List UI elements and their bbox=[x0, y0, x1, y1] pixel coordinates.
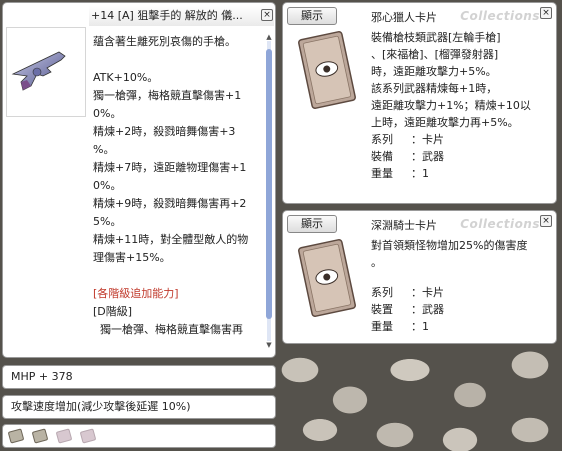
description-line: 精煉+2時，殺戮暗舞傷害+3 bbox=[93, 125, 236, 138]
description-line: 0%。 bbox=[93, 107, 122, 120]
card-description-line: 時，遠距離攻擊力+5%。 bbox=[371, 65, 497, 78]
description-line: 蘊含著生離死別哀傷的手槍。 bbox=[93, 35, 236, 48]
card-properties: 系列 ：卡片裝置 ：武器重量 ：1 bbox=[371, 284, 551, 335]
description-line: [D階級] bbox=[93, 305, 133, 318]
item-description: 蘊含著生離死別哀傷的手槍。 ATK+10%。 獨一槍彈，梅格競直擊傷害+1 0%。精… bbox=[93, 33, 263, 353]
card-info-window-2: 顯示 深淵騎士卡片 Collections × 對首領類怪物增加25%的傷害度。… bbox=[282, 210, 557, 344]
collections-watermark: Collections bbox=[460, 217, 540, 231]
description-line: [各階級追加能力] bbox=[93, 287, 179, 300]
card-description-line: 對首領類怪物增加25%的傷害度 bbox=[371, 239, 528, 252]
description-line: 獨一槍彈、梅格競直擊傷害再 bbox=[93, 323, 243, 336]
description-line: 理傷害+15%。 bbox=[93, 251, 171, 264]
card-slot-bar bbox=[2, 424, 276, 448]
scroll-thumb[interactable] bbox=[266, 49, 272, 319]
close-button[interactable]: × bbox=[261, 9, 273, 21]
collections-watermark: Collections bbox=[460, 9, 540, 23]
description-line: 0%。 bbox=[93, 179, 122, 192]
close-button[interactable]: × bbox=[540, 215, 552, 227]
card-description-line: 遠距離攻擊力+1%；精煉+10以 bbox=[371, 99, 531, 112]
card-slot-filled-icon[interactable] bbox=[7, 428, 25, 444]
item-info-window: +14 [A] 狙擊手的 解放的 儀... × 蘊含著生離死別哀傷的手槍。 AT… bbox=[2, 2, 276, 358]
card-back-icon bbox=[298, 30, 356, 110]
mhp-bar: MHP + 378 bbox=[2, 365, 276, 389]
property-key: 系列 bbox=[371, 286, 393, 299]
description-line: 精煉+9時，殺戮暗舞傷害再+2 bbox=[93, 197, 247, 210]
description-scrollbar[interactable]: ▲ ▼ bbox=[265, 33, 273, 351]
card-description-line: 、[來福槍]、[榴彈發射器] bbox=[371, 48, 499, 61]
card-property-row: 系列 ：卡片 bbox=[371, 284, 551, 301]
property-value: ：1 bbox=[411, 167, 429, 180]
card-title: 深淵騎士卡片 bbox=[371, 219, 437, 232]
property-value: ：武器 bbox=[411, 150, 444, 163]
card-description-line: 裝備槍枝類武器[左輪手槍] bbox=[371, 31, 501, 44]
description-line bbox=[93, 51, 263, 69]
property-value: ：武器 bbox=[411, 303, 444, 316]
show-button[interactable]: 顯示 bbox=[287, 215, 337, 233]
item-title: +14 [A] 狙擊手的 解放的 儀... bbox=[89, 6, 274, 26]
mhp-text: MHP + 378 bbox=[11, 370, 73, 383]
description-line: 5%。 bbox=[93, 215, 122, 228]
card-title: 邪心獵人卡片 bbox=[371, 11, 437, 24]
card-description: 裝備槍枝類武器[左輪手槍] 、[來福槍]、[榴彈發射器] 時，遠距離攻擊力+5%。該… bbox=[371, 29, 551, 182]
card-slot-empty-icon[interactable] bbox=[55, 428, 73, 444]
description-line: %。 bbox=[93, 143, 115, 156]
scroll-up-arrow-icon[interactable]: ▲ bbox=[265, 33, 273, 41]
card-slot-empty-icon[interactable] bbox=[79, 428, 97, 444]
card-slot-filled-icon[interactable] bbox=[31, 428, 49, 444]
description-line: 精煉+11時，對全體型敵人的物 bbox=[93, 233, 249, 246]
revolver-icon bbox=[11, 51, 66, 91]
description-line: 獨一槍彈，梅格競直擊傷害+1 bbox=[93, 89, 242, 102]
card-property-row: 系列 ：卡片 bbox=[371, 131, 551, 148]
aspd-bar: 攻擊速度增加(減少攻擊後延遲 10%) bbox=[2, 395, 276, 419]
property-value: ：卡片 bbox=[411, 286, 444, 299]
description-line: 精煉+7時，遠距離物理傷害+1 bbox=[93, 161, 247, 174]
property-value: ：卡片 bbox=[411, 133, 444, 146]
scroll-down-arrow-icon[interactable]: ▼ bbox=[265, 341, 273, 349]
card-property-row: 裝備 ：武器 bbox=[371, 148, 551, 165]
card-property-row: 重量 ：1 bbox=[371, 318, 551, 335]
property-key: 裝置 bbox=[371, 303, 393, 316]
card-description: 對首領類怪物增加25%的傷害度。系列 ：卡片裝置 ：武器重量 ：1 bbox=[371, 237, 551, 335]
card-info-window-1: 顯示 邪心獵人卡片 Collections × 裝備槍枝類武器[左輪手槍] 、[來… bbox=[282, 2, 557, 204]
property-key: 系列 bbox=[371, 133, 393, 146]
show-button[interactable]: 顯示 bbox=[287, 7, 337, 25]
property-value: ：1 bbox=[411, 320, 429, 333]
aspd-text: 攻擊速度增加(減少攻擊後延遲 10%) bbox=[11, 400, 191, 413]
property-key: 重量 bbox=[371, 167, 393, 180]
card-description-line: 上時，遠距離攻擊力再+5%。 bbox=[371, 116, 519, 129]
property-key: 重量 bbox=[371, 320, 393, 333]
scroll-track[interactable] bbox=[266, 41, 272, 341]
item-image bbox=[6, 27, 86, 117]
card-property-row: 裝置 ：武器 bbox=[371, 301, 551, 318]
description-line bbox=[93, 267, 263, 285]
property-key: 裝備 bbox=[371, 150, 393, 163]
card-description-line: 。 bbox=[371, 256, 382, 269]
card-back-icon bbox=[298, 238, 356, 318]
description-line: ATK+10%。 bbox=[93, 71, 159, 84]
card-description-line: 該系列武器精煉每+1時， bbox=[371, 82, 498, 95]
card-properties: 系列 ：卡片裝備 ：武器重量 ：1 bbox=[371, 131, 551, 182]
close-button[interactable]: × bbox=[540, 7, 552, 19]
card-property-row: 重量 ：1 bbox=[371, 165, 551, 182]
